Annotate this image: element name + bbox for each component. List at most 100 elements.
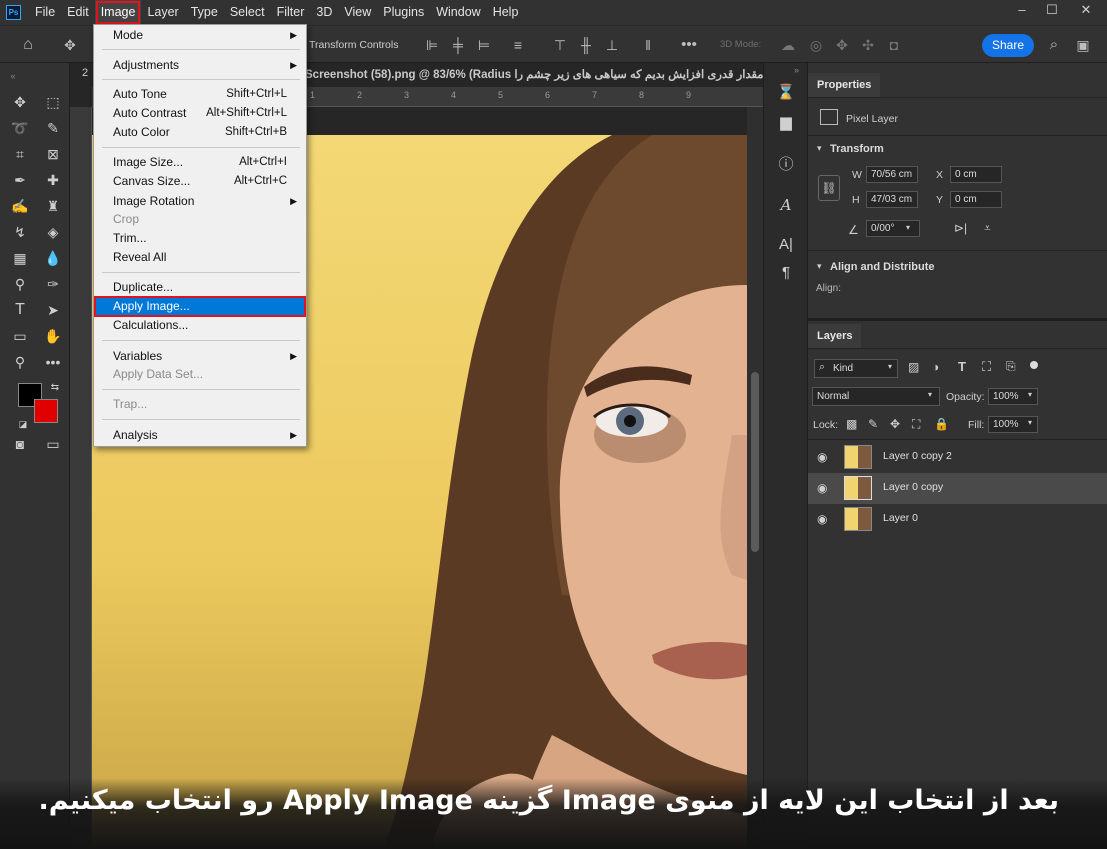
menu-item-image-rotation[interactable]: Image Rotation ▶ (95, 192, 305, 211)
3d-slide-icon[interactable]: ✣ (858, 34, 878, 56)
share-button[interactable]: Share (982, 34, 1034, 57)
vertical-scrollbar[interactable] (747, 107, 763, 849)
transform-controls-label[interactable]: Transform Controls (309, 34, 398, 56)
blend-mode-select[interactable]: Normal (812, 387, 940, 406)
path-select-tool-icon[interactable]: ➤ (42, 299, 64, 321)
distribute-icon[interactable]: ≡ (510, 34, 526, 56)
menu-item-apply-data-set[interactable]: Apply Data Set... (95, 365, 305, 384)
distribute-vertical-icon[interactable]: ‖ (640, 34, 656, 56)
screen-mode-icon[interactable]: ▭ (42, 433, 64, 455)
rectangle-tool-icon[interactable]: ▭ (9, 325, 31, 347)
menu-3d[interactable]: 3D (310, 0, 338, 25)
more-options-icon[interactable]: ••• (678, 34, 700, 56)
menu-item-duplicate[interactable]: Duplicate... (95, 278, 305, 297)
chevron-down-icon[interactable]: ▾ (1028, 418, 1032, 427)
x-field[interactable]: 0 cm (950, 166, 1002, 183)
layer-name[interactable]: Layer 0 copy 2 (883, 450, 952, 462)
pen-tool-icon[interactable]: ✑ (42, 273, 64, 295)
filter-toggle-icon[interactable] (1030, 361, 1038, 369)
menu-item-crop[interactable]: Crop (95, 210, 305, 229)
layer-filter-select[interactable]: Kind (814, 359, 898, 378)
chevron-down-icon[interactable]: ▾ (817, 143, 822, 154)
move-tool-icon[interactable]: ✥ (9, 91, 31, 113)
menu-item-analysis[interactable]: Analysis ▶ (95, 426, 305, 445)
move-tool-icon[interactable]: ✥ (58, 34, 82, 56)
filter-adjustment-icon[interactable]: ◑ (932, 360, 939, 374)
layer-name[interactable]: Layer 0 (883, 512, 918, 524)
3d-roll-icon[interactable]: ◎ (806, 34, 826, 56)
layer-name[interactable]: Layer 0 copy (883, 481, 943, 493)
swap-colors-icon[interactable]: ⇆ (44, 377, 66, 399)
eyedropper-tool-icon[interactable]: ✒ (9, 169, 31, 191)
dodge-tool-icon[interactable]: ⚲ (9, 273, 31, 295)
default-colors-icon[interactable]: ◪ (12, 413, 34, 435)
close-icon[interactable]: ✕ (1072, 0, 1100, 22)
layer-row[interactable]: ◉ Layer 0 (808, 504, 1107, 535)
lock-artboard-icon[interactable]: ⛶ (912, 417, 920, 432)
workspace-icon[interactable]: ▣ (1072, 34, 1094, 56)
filter-smart-object-icon[interactable]: ⎘ (1006, 359, 1016, 374)
menu-view[interactable]: View (338, 0, 377, 25)
zoom-tool-icon[interactable]: ⚲ (9, 351, 31, 373)
layer-row[interactable]: ◉ Layer 0 copy (808, 473, 1107, 504)
brush-tool-icon[interactable]: ✍ (9, 195, 31, 217)
info-icon[interactable]: ⓘ (774, 153, 798, 177)
menu-item-auto-color[interactable]: Auto Color Shift+Ctrl+B (95, 123, 305, 142)
lock-transparent-icon[interactable]: ▩ (846, 417, 857, 431)
quick-select-tool-icon[interactable]: ✎ (42, 117, 64, 139)
document-tab-number[interactable]: 2 (82, 67, 88, 79)
flip-horizontal-icon[interactable]: ⊳| (954, 221, 967, 235)
y-field[interactable]: 0 cm (950, 191, 1002, 208)
menu-filter[interactable]: Filter (271, 0, 311, 25)
type-tool-icon[interactable]: T (9, 299, 31, 321)
stamp-tool-icon[interactable]: ♜ (42, 195, 64, 217)
eye-icon[interactable]: ◉ (817, 481, 827, 495)
menu-item-mode[interactable]: Mode ▶ (95, 26, 305, 45)
minimize-icon[interactable]: – (1008, 0, 1036, 22)
menu-edit[interactable]: Edit (61, 0, 95, 25)
transform-section-title[interactable]: Transform (830, 143, 884, 155)
3d-camera-icon[interactable]: ◘ (884, 34, 904, 56)
home-icon[interactable]: ⌂ (16, 34, 40, 56)
menu-help[interactable]: Help (487, 0, 525, 25)
marquee-tool-icon[interactable]: ⬚ (42, 91, 64, 113)
chevron-down-icon[interactable]: ▾ (906, 223, 910, 232)
menu-item-variables[interactable]: Variables ▶ (95, 347, 305, 366)
filter-type-icon[interactable]: T (958, 359, 966, 374)
align-section-title[interactable]: Align and Distribute (830, 261, 935, 273)
history-brush-icon[interactable]: ↯ (9, 221, 31, 243)
menu-item-canvas-size[interactable]: Canvas Size... Alt+Ctrl+C (95, 172, 305, 191)
expand-panels-icon[interactable]: » (794, 65, 799, 75)
filter-pixel-icon[interactable]: ▨ (908, 360, 919, 374)
3d-pan-icon[interactable]: ✥ (832, 34, 852, 56)
chevron-down-icon[interactable]: ▾ (888, 362, 892, 371)
menu-item-calculations[interactable]: Calculations... (95, 316, 305, 335)
character-icon[interactable]: A| (774, 233, 798, 257)
paragraph-icon[interactable]: ¶ (774, 261, 798, 285)
menu-item-image-size[interactable]: Image Size... Alt+Ctrl+I (95, 153, 305, 172)
menu-item-auto-contrast[interactable]: Auto Contrast Alt+Shift+Ctrl+L (95, 104, 305, 123)
align-left-icon[interactable]: ⊫ (424, 34, 440, 56)
3d-orbit-icon[interactable]: ☁ (778, 34, 798, 56)
scrollbar-thumb[interactable] (751, 372, 759, 552)
align-middle-icon[interactable]: ╫ (578, 34, 594, 56)
lasso-tool-icon[interactable]: ➰ (9, 117, 31, 139)
eye-icon[interactable]: ◉ (817, 512, 827, 526)
chevron-down-icon[interactable]: ▾ (817, 261, 822, 272)
search-icon[interactable]: ⌕ (1044, 34, 1064, 56)
tab-layers[interactable]: Layers (808, 324, 862, 348)
eye-icon[interactable]: ◉ (817, 450, 827, 464)
menu-window[interactable]: Window (430, 0, 486, 25)
menu-file[interactable]: File (29, 0, 61, 25)
collapse-panel-icon[interactable]: « (2, 65, 24, 87)
crop-tool-icon[interactable]: ⌗ (9, 143, 31, 165)
align-bottom-icon[interactable]: ⊥ (604, 34, 620, 56)
width-field[interactable]: 70/56 cm (866, 166, 918, 183)
document-tab[interactable]: Screenshot (58).png @ 83/6% (Radius مقدا… (305, 63, 763, 87)
menu-select[interactable]: Select (224, 0, 271, 25)
background-color-swatch[interactable] (34, 399, 58, 423)
menu-image[interactable]: Image (94, 0, 142, 25)
chevron-down-icon[interactable]: ▾ (928, 390, 932, 399)
healing-brush-icon[interactable]: ✚ (42, 169, 64, 191)
more-tools-icon[interactable]: ••• (42, 351, 64, 373)
